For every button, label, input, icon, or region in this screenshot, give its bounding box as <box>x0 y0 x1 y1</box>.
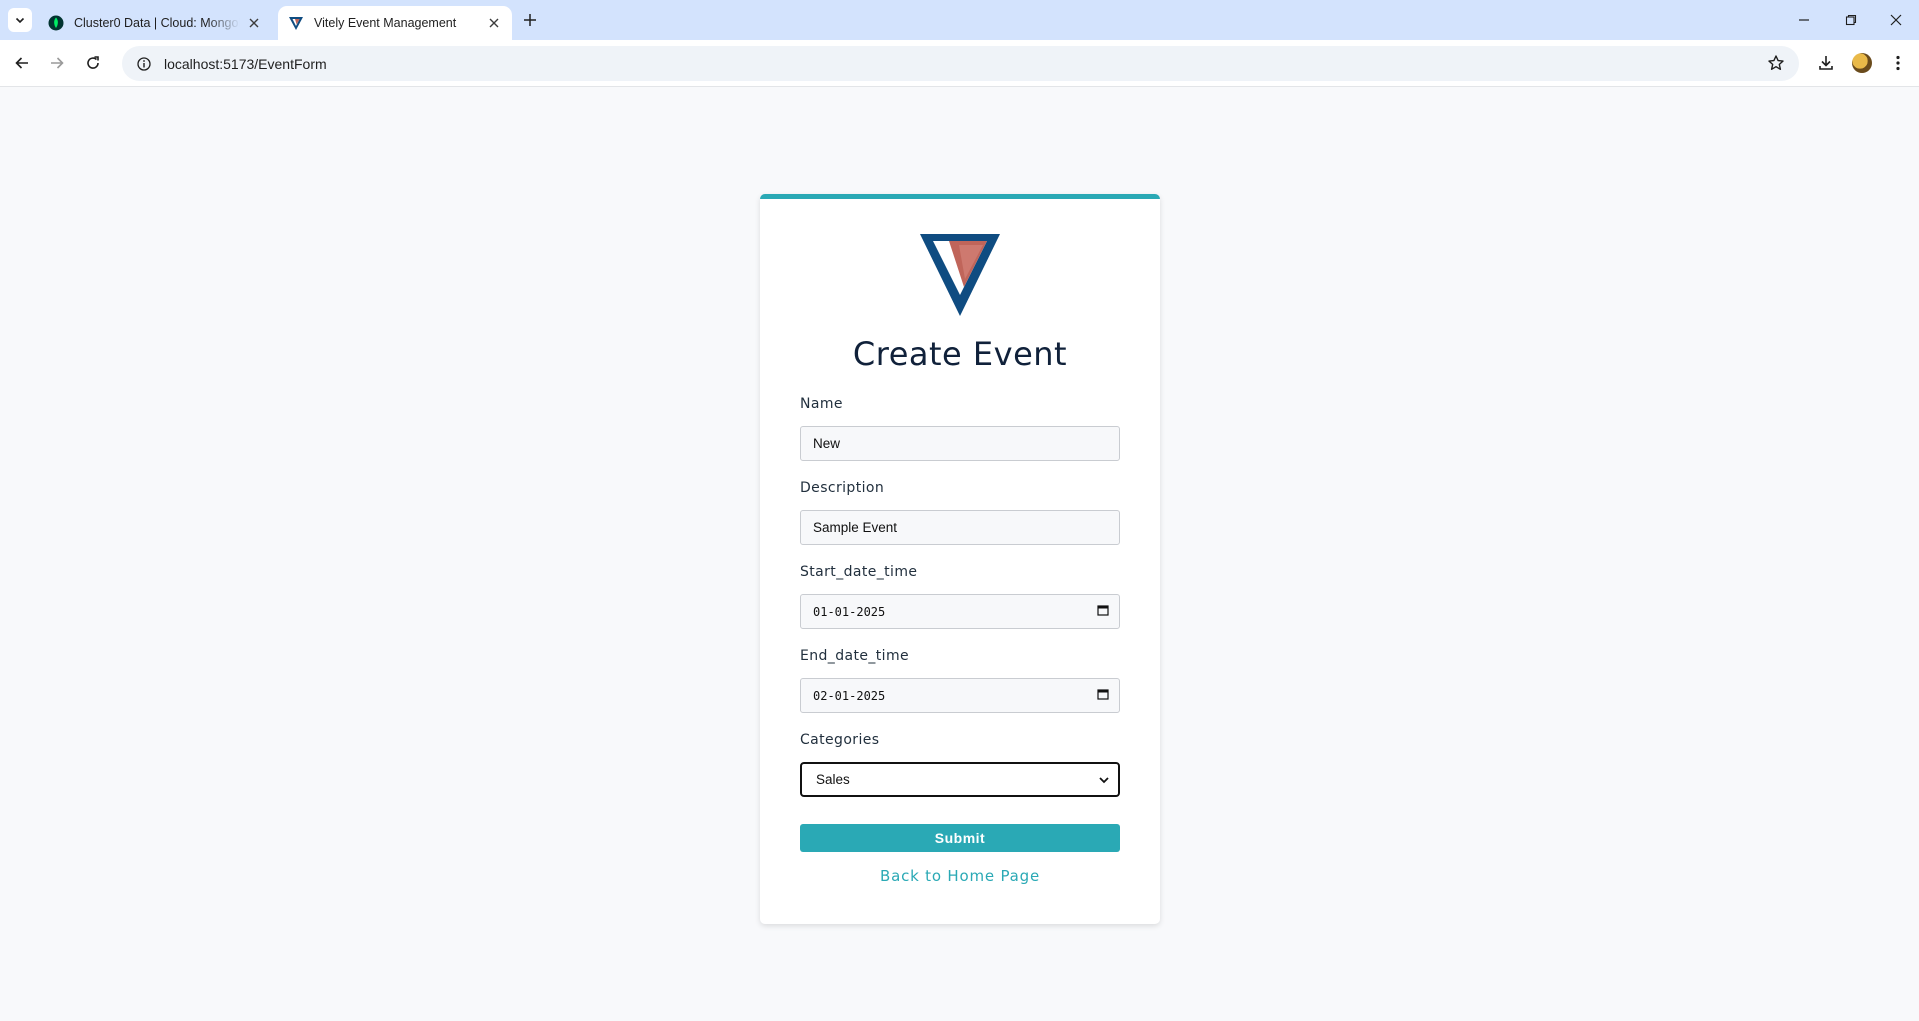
tab-search-button[interactable] <box>8 8 32 32</box>
avatar <box>1852 53 1872 73</box>
name-input[interactable]: New <box>800 426 1120 461</box>
close-tab-icon[interactable] <box>486 15 502 31</box>
vitely-logo-icon <box>288 15 304 31</box>
new-tab-button[interactable] <box>520 10 540 30</box>
calendar-icon[interactable] <box>1097 688 1109 703</box>
downloads-button[interactable] <box>1813 50 1839 76</box>
plus-icon <box>524 14 536 26</box>
url-text: localhost:5173/EventForm <box>164 55 327 72</box>
mongodb-leaf-icon <box>48 15 64 31</box>
start-date-input[interactable]: 01-01-2025 <box>800 594 1120 629</box>
description-input[interactable]: Sample Event <box>800 510 1120 545</box>
calendar-icon[interactable] <box>1097 604 1109 619</box>
chevron-down-icon <box>1099 776 1109 783</box>
submit-button[interactable]: Submit <box>800 824 1120 852</box>
close-window-button[interactable] <box>1884 8 1908 32</box>
browser-toolbar: localhost:5173/EventForm <box>0 40 1919 87</box>
name-label: Name <box>800 396 843 412</box>
minimize-button[interactable] <box>1792 8 1816 32</box>
restore-icon <box>1845 14 1857 26</box>
name-input-value: New <box>813 436 841 451</box>
reload-button[interactable] <box>80 50 106 76</box>
profile-button[interactable] <box>1849 50 1875 76</box>
chevron-down-icon <box>15 17 25 24</box>
categories-selected-value: Sales <box>816 772 850 787</box>
more-vert-icon <box>1896 55 1900 71</box>
bookmark-star-icon[interactable] <box>1767 54 1785 77</box>
end-date-label: End_date_time <box>800 648 910 664</box>
end-date-value: 02-01-2025 <box>813 688 886 703</box>
categories-select[interactable]: Sales <box>800 762 1120 797</box>
close-icon <box>1890 14 1902 26</box>
close-tab-icon[interactable] <box>246 15 262 31</box>
browser-menu-button[interactable] <box>1885 50 1911 76</box>
forward-button[interactable] <box>44 50 70 76</box>
tab-title: Vitely Event Management <box>314 16 457 30</box>
back-to-home-link[interactable]: Back to Home Page <box>760 867 1160 885</box>
page-title: Create Event <box>852 335 1068 373</box>
start-date-value: 01-01-2025 <box>813 604 886 619</box>
start-date-label: Start_date_time <box>800 564 918 580</box>
description-input-value: Sample Event <box>813 520 898 535</box>
arrow-left-icon <box>15 57 28 69</box>
description-label: Description <box>800 480 885 496</box>
download-icon <box>1819 56 1833 70</box>
tab-title: Cluster0 Data | Cloud: MongoDB Cloud <box>74 16 240 30</box>
site-info-icon[interactable] <box>126 56 162 71</box>
vitely-logo-icon <box>920 234 1000 316</box>
end-date-input[interactable]: 02-01-2025 <box>800 678 1120 713</box>
reload-icon <box>87 56 99 69</box>
tab-vitely[interactable]: Vitely Event Management <box>278 6 512 40</box>
tab-mongodb[interactable]: Cluster0 Data | Cloud: MongoDB Cloud <box>38 6 272 40</box>
back-button[interactable] <box>9 50 35 76</box>
arrow-right-icon <box>51 57 64 69</box>
restore-button[interactable] <box>1839 8 1863 32</box>
address-bar[interactable]: localhost:5173/EventForm <box>122 46 1799 81</box>
create-event-card: Create Event Name New Description Sample… <box>760 194 1160 924</box>
minimize-icon <box>1799 19 1809 21</box>
tab-strip: Cluster0 Data | Cloud: MongoDB Cloud Vit… <box>0 0 1919 40</box>
categories-label: Categories <box>800 732 880 748</box>
